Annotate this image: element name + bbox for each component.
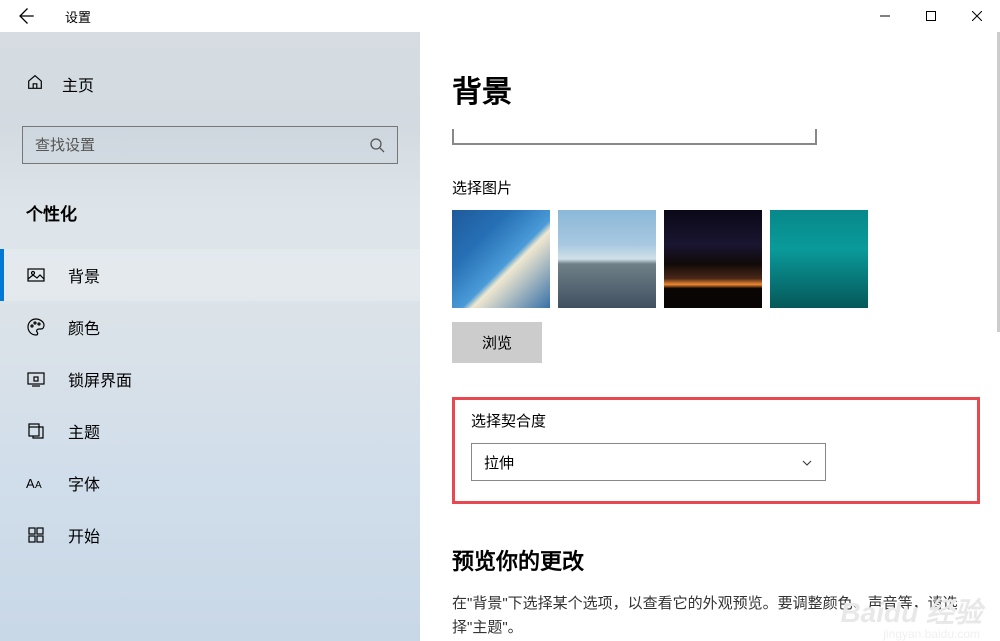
sidebar-item-fonts[interactable]: AA 字体 bbox=[0, 457, 420, 509]
wallpaper-thumb-2[interactable] bbox=[558, 210, 656, 308]
fit-dropdown[interactable]: 拉伸 bbox=[471, 443, 826, 481]
home-icon bbox=[26, 73, 44, 96]
browse-button[interactable]: 浏览 bbox=[452, 322, 542, 363]
app-title: 设置 bbox=[65, 7, 91, 26]
category-title: 个性化 bbox=[0, 192, 420, 233]
chevron-down-icon bbox=[801, 456, 813, 468]
sidebar-item-label: 背景 bbox=[68, 263, 100, 287]
fit-label: 选择契合度 bbox=[471, 410, 961, 431]
sidebar-item-label: 锁屏界面 bbox=[68, 367, 132, 391]
home-label: 主页 bbox=[62, 72, 94, 96]
preview-frame-bottom bbox=[452, 129, 817, 145]
svg-text:A: A bbox=[35, 480, 42, 491]
window-controls bbox=[862, 0, 1000, 32]
highlighted-section: 选择契合度 拉伸 bbox=[452, 397, 980, 504]
start-icon bbox=[26, 525, 46, 545]
sidebar-item-colors[interactable]: 颜色 bbox=[0, 301, 420, 353]
sidebar-item-start[interactable]: 开始 bbox=[0, 509, 420, 561]
search-box[interactable] bbox=[22, 126, 398, 164]
back-button[interactable] bbox=[15, 6, 35, 26]
close-button[interactable] bbox=[954, 0, 1000, 32]
preview-changes-desc: 在"背景"下选择某个选项，以查看它的外观预览。要调整颜色、声音等，请选择"主题"… bbox=[452, 592, 962, 640]
preview-changes-title: 预览你的更改 bbox=[452, 544, 1000, 576]
sidebar-item-label: 颜色 bbox=[68, 315, 100, 339]
wallpaper-thumb-4[interactable] bbox=[770, 210, 868, 308]
lock-screen-icon bbox=[26, 369, 46, 389]
maximize-button[interactable] bbox=[908, 0, 954, 32]
fit-value: 拉伸 bbox=[484, 452, 514, 473]
search-icon bbox=[369, 137, 385, 153]
minimize-button[interactable] bbox=[862, 0, 908, 32]
sidebar: 主页 个性化 背景 颜色 bbox=[0, 32, 420, 641]
sidebar-item-label: 主题 bbox=[68, 419, 100, 443]
choose-picture-label: 选择图片 bbox=[452, 177, 1000, 198]
search-input[interactable] bbox=[35, 137, 369, 154]
main-content: 背景 选择图片 浏览 选择契合度 拉伸 预览你的更改 在"背景 bbox=[420, 32, 1000, 641]
font-icon: AA bbox=[26, 473, 46, 493]
home-nav[interactable]: 主页 bbox=[0, 62, 420, 106]
wallpaper-thumb-3[interactable] bbox=[664, 210, 762, 308]
sidebar-item-themes[interactable]: 主题 bbox=[0, 405, 420, 457]
sidebar-item-label: 字体 bbox=[68, 471, 100, 495]
theme-icon bbox=[26, 421, 46, 441]
sidebar-item-label: 开始 bbox=[68, 523, 100, 547]
picture-thumbnails bbox=[452, 210, 1000, 308]
palette-icon bbox=[26, 317, 46, 337]
svg-text:A: A bbox=[26, 476, 35, 491]
picture-icon bbox=[26, 265, 46, 285]
page-title: 背景 bbox=[452, 67, 1000, 111]
titlebar: 设置 bbox=[0, 0, 1000, 32]
wallpaper-thumb-1[interactable] bbox=[452, 210, 550, 308]
sidebar-item-background[interactable]: 背景 bbox=[0, 249, 420, 301]
settings-window: 设置 主页 bbox=[0, 0, 1000, 641]
sidebar-item-lockscreen[interactable]: 锁屏界面 bbox=[0, 353, 420, 405]
